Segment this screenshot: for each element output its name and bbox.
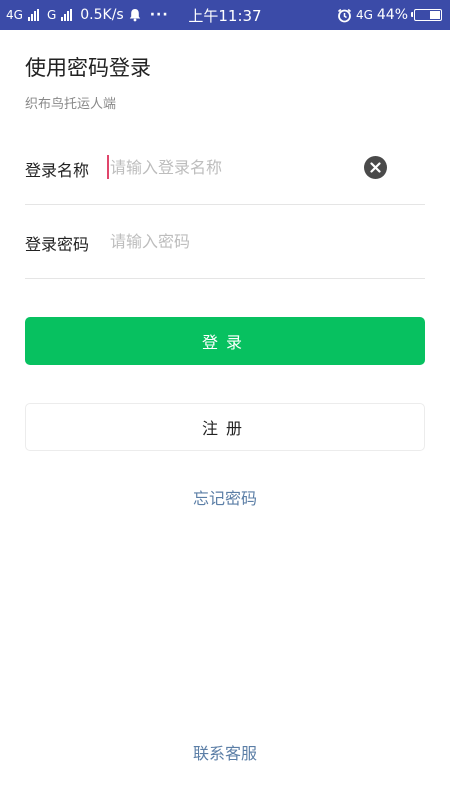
- username-row: 登录名称: [25, 131, 425, 205]
- battery-icon: [411, 9, 442, 21]
- login-button[interactable]: 登录: [25, 317, 425, 365]
- network-type-3: 4G: [355, 8, 373, 22]
- username-label: 登录名称: [25, 161, 90, 180]
- status-right: 4G 44%: [337, 0, 442, 30]
- username-input[interactable]: [108, 153, 360, 181]
- battery-percent: 44%: [376, 7, 408, 23]
- password-row: 登录密码: [25, 205, 425, 279]
- bell-icon: [128, 8, 142, 22]
- page-subtitle: 织布鸟托运人端: [25, 97, 117, 112]
- status-bar: 4G G 0.5K/s ··· 上午11:37 4G 44%: [0, 0, 450, 30]
- network-speed: 0.5K/s: [80, 7, 124, 23]
- forgot-password-link[interactable]: 忘记密码: [0, 485, 450, 509]
- password-label: 登录密码: [25, 235, 90, 254]
- alarm-icon: [337, 8, 352, 23]
- clear-icon[interactable]: [364, 156, 387, 179]
- password-input[interactable]: [108, 227, 360, 255]
- signal-icon: [27, 9, 39, 21]
- status-left: 4G G 0.5K/s ···: [6, 0, 169, 30]
- status-time: 上午11:37: [188, 6, 262, 25]
- battery-level: [430, 11, 440, 19]
- network-type-2: G: [46, 8, 57, 22]
- network-type-1: 4G: [6, 8, 23, 22]
- signal-icon: [61, 9, 73, 21]
- page-title: 使用密码登录: [25, 56, 151, 80]
- more-notifications-icon: ···: [149, 7, 169, 23]
- contact-support-link[interactable]: 联系客服: [0, 740, 450, 764]
- register-button[interactable]: 注册: [25, 403, 425, 451]
